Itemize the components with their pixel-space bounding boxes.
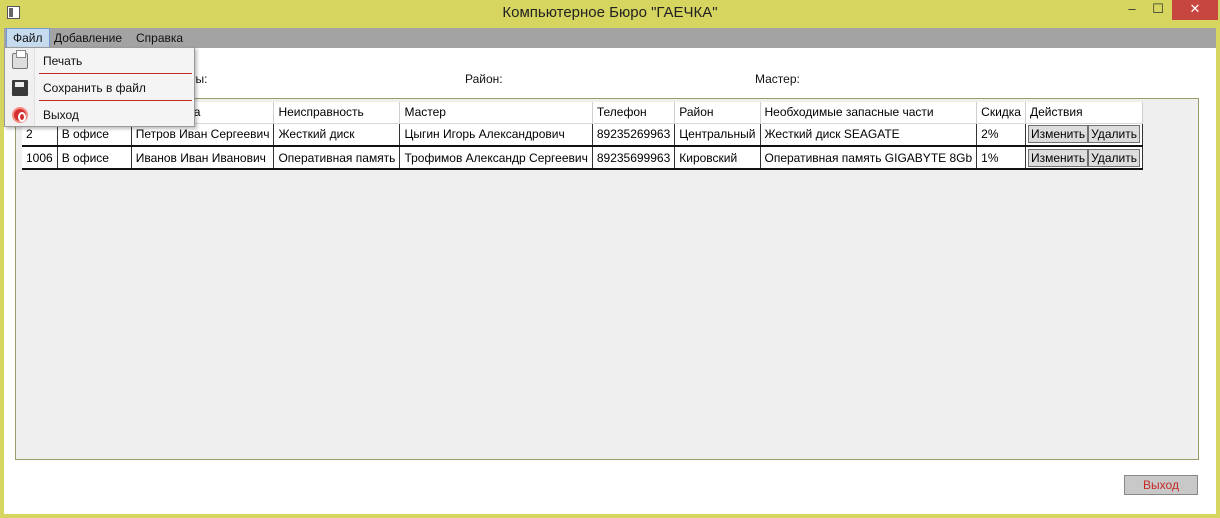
menu-separator <box>39 100 192 101</box>
menu-help[interactable]: Справка <box>130 28 189 48</box>
cell-phone: 89235699963 <box>592 146 676 170</box>
printer-icon <box>12 50 28 69</box>
menu-item-print[interactable]: Печать <box>5 48 194 74</box>
cell-id: 1006 <box>22 146 58 170</box>
floppy-disk-icon <box>12 80 28 96</box>
edit-button[interactable]: Изменить <box>1027 125 1089 144</box>
master-filter-label: Мастер: <box>755 72 800 86</box>
menu-add[interactable]: Добавление <box>48 28 128 48</box>
file-menu-dropdown: Печать Сохранить в файл Выход <box>4 47 195 127</box>
table-row[interactable]: 1006 В офисе Иванов Иван Иванович Операт… <box>22 146 1143 170</box>
column-header[interactable]: Неисправность <box>273 102 401 124</box>
cell-district: Центральный <box>674 123 761 147</box>
orders-grid[interactable]: нта Неисправность Мастер Телефон Район Н… <box>15 98 1199 460</box>
close-button[interactable]: ✕ <box>1172 0 1218 20</box>
district-filter-label: Район: <box>465 72 503 86</box>
maximize-button[interactable]: ☐ <box>1146 0 1170 20</box>
column-header[interactable]: Скидка <box>976 102 1026 124</box>
exit-button[interactable]: Выход <box>1124 475 1198 495</box>
column-header[interactable]: Телефон <box>592 102 676 124</box>
title-bar: Компьютерное Бюро "ГАЕЧКА" – ☐ ✕ <box>0 0 1220 27</box>
cell-parts: Жесткий диск SEAGATE <box>760 123 978 147</box>
delete-button[interactable]: Удалить <box>1088 125 1140 144</box>
menu-item-print-label: Печать <box>43 54 83 68</box>
cell-phone: 89235269963 <box>592 123 676 147</box>
cell-master: Трофимов Александр Сергеевич <box>399 146 593 170</box>
column-header[interactable]: Действия <box>1025 102 1143 124</box>
cell-fault: Жесткий диск <box>273 123 401 147</box>
delete-button[interactable]: Удалить <box>1088 148 1140 167</box>
column-header[interactable]: Необходимые запасные части <box>760 102 978 124</box>
menu-item-save-label: Сохранить в файл <box>43 81 146 95</box>
column-header[interactable]: Мастер <box>399 102 593 124</box>
power-exit-icon <box>12 107 28 123</box>
minimize-button[interactable]: – <box>1120 0 1144 20</box>
cell-discount: 2% <box>976 123 1026 147</box>
cell-district: Кировский <box>674 146 761 170</box>
menu-item-exit-label: Выход <box>43 108 79 122</box>
cell-location: В офисе <box>57 146 132 170</box>
cell-client: Иванов Иван Иванович <box>131 146 275 170</box>
cell-fault: Оперативная память <box>273 146 401 170</box>
menu-item-save[interactable]: Сохранить в файл <box>5 75 194 101</box>
window-title: Компьютерное Бюро "ГАЕЧКА" <box>502 4 718 21</box>
cell-discount: 1% <box>976 146 1026 170</box>
cell-actions: Изменить Удалить <box>1025 146 1143 170</box>
menu-separator <box>39 73 192 74</box>
cell-parts: Оперативная память GIGABYTE 8Gb <box>760 146 978 170</box>
menu-item-exit[interactable]: Выход <box>5 102 194 128</box>
column-header[interactable]: Район <box>674 102 761 124</box>
menu-bar: Файл Добавление Справка <box>4 28 1216 48</box>
cell-master: Цыгин Игорь Александрович <box>399 123 593 147</box>
cell-actions: Изменить Удалить <box>1025 123 1143 147</box>
edit-button[interactable]: Изменить <box>1027 148 1089 167</box>
menu-file[interactable]: Файл <box>6 28 50 48</box>
